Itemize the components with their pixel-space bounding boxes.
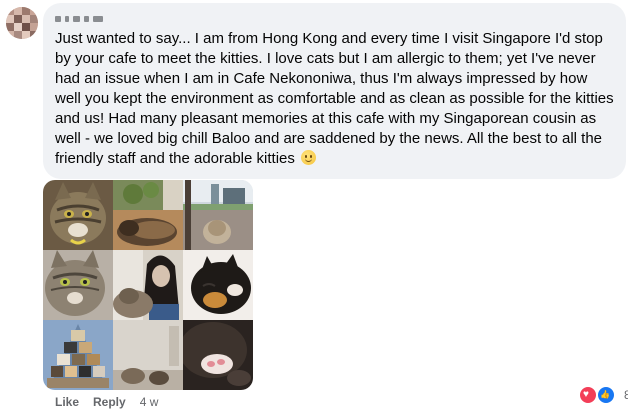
comment-body: Just wanted to say... I am from Hong Kon… — [55, 30, 614, 167]
collage-photo-4[interactable] — [43, 250, 113, 320]
commenter-name-redacted[interactable] — [55, 11, 614, 27]
collage-photo-9[interactable] — [183, 320, 253, 390]
like-icon — [596, 385, 616, 405]
reaction-count: 8 — [624, 388, 628, 402]
reply-link[interactable]: Reply — [93, 395, 126, 409]
heart-icon — [578, 385, 598, 405]
collage-photo-2[interactable] — [113, 180, 183, 250]
comment-text: Just wanted to say... I am from Hong Kon… — [55, 29, 617, 169]
collage-photo-3[interactable] — [183, 180, 253, 250]
avatar[interactable] — [6, 7, 38, 39]
like-link[interactable]: Like — [55, 395, 79, 409]
collage-photo-1[interactable] — [43, 180, 113, 250]
collage-photo-8[interactable] — [113, 320, 183, 390]
collage-photo-7[interactable] — [43, 320, 113, 390]
comment-bubble: Just wanted to say... I am from Hong Kon… — [43, 3, 626, 179]
comment-actions: Like Reply 4 w — [55, 395, 158, 409]
reaction-summary[interactable]: 8 — [578, 385, 628, 405]
timestamp[interactable]: 4 w — [140, 395, 159, 409]
smiling-face-icon — [301, 150, 317, 165]
collage-photo-6[interactable] — [183, 250, 253, 320]
photo-collage[interactable] — [43, 180, 253, 390]
collage-photo-5[interactable] — [113, 250, 183, 320]
